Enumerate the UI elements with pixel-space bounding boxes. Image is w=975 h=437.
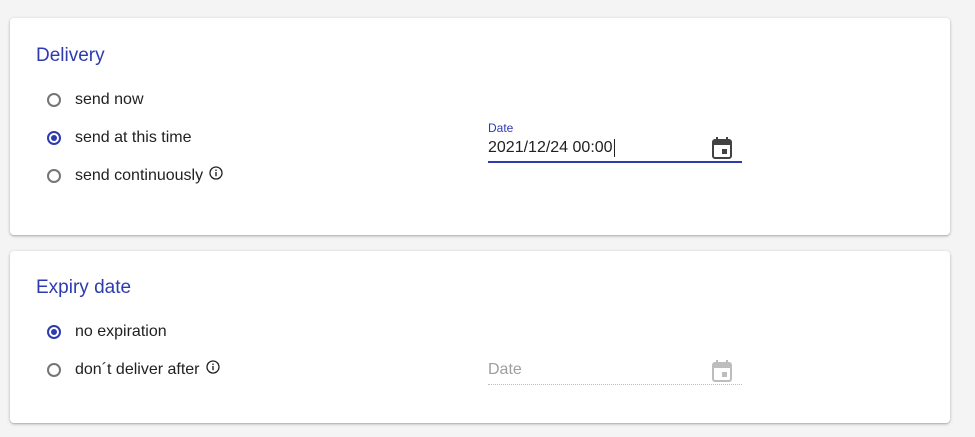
date-underline — [488, 161, 742, 163]
date-placeholder: Date — [488, 361, 522, 378]
calendar-icon[interactable] — [712, 137, 732, 164]
date-label: Date — [488, 121, 514, 135]
expiry-date-field[interactable]: Date — [488, 356, 742, 385]
radio-label: send continuously — [75, 167, 204, 184]
radio-button[interactable] — [47, 93, 61, 107]
date-underline — [488, 384, 742, 385]
radio-button-checked[interactable] — [47, 325, 61, 339]
radio-label: don´t deliver after — [75, 361, 200, 378]
radio-button[interactable] — [47, 363, 61, 377]
calendar-icon — [712, 360, 732, 387]
expiry-title: Expiry date — [36, 277, 132, 298]
radio-button-checked[interactable] — [47, 131, 61, 145]
delivery-date-field[interactable]: Date 2021/12/24 00:00 — [488, 121, 742, 163]
radio-send-continuously[interactable]: send continuously — [47, 164, 223, 188]
date-value: 2021/12/24 00:00 — [488, 139, 613, 156]
radio-no-expiration[interactable]: no expiration — [47, 320, 167, 344]
delivery-card: Delivery send now send at this time send… — [10, 18, 950, 235]
radio-button[interactable] — [47, 169, 61, 183]
radio-send-at-this-time[interactable]: send at this time — [47, 126, 192, 150]
radio-label: send now — [75, 91, 144, 108]
text-caret — [613, 139, 615, 157]
radio-send-now[interactable]: send now — [47, 88, 144, 112]
info-icon[interactable] — [205, 360, 220, 374]
date-input[interactable]: 2021/12/24 00:00 — [488, 139, 615, 157]
radio-label: send at this time — [75, 129, 192, 146]
radio-label: no expiration — [75, 323, 167, 340]
expiry-card: Expiry date no expiration don´t deliver … — [10, 251, 950, 423]
radio-dont-deliver-after[interactable]: don´t deliver after — [47, 358, 220, 382]
delivery-title: Delivery — [36, 45, 105, 66]
info-icon[interactable] — [209, 166, 223, 180]
